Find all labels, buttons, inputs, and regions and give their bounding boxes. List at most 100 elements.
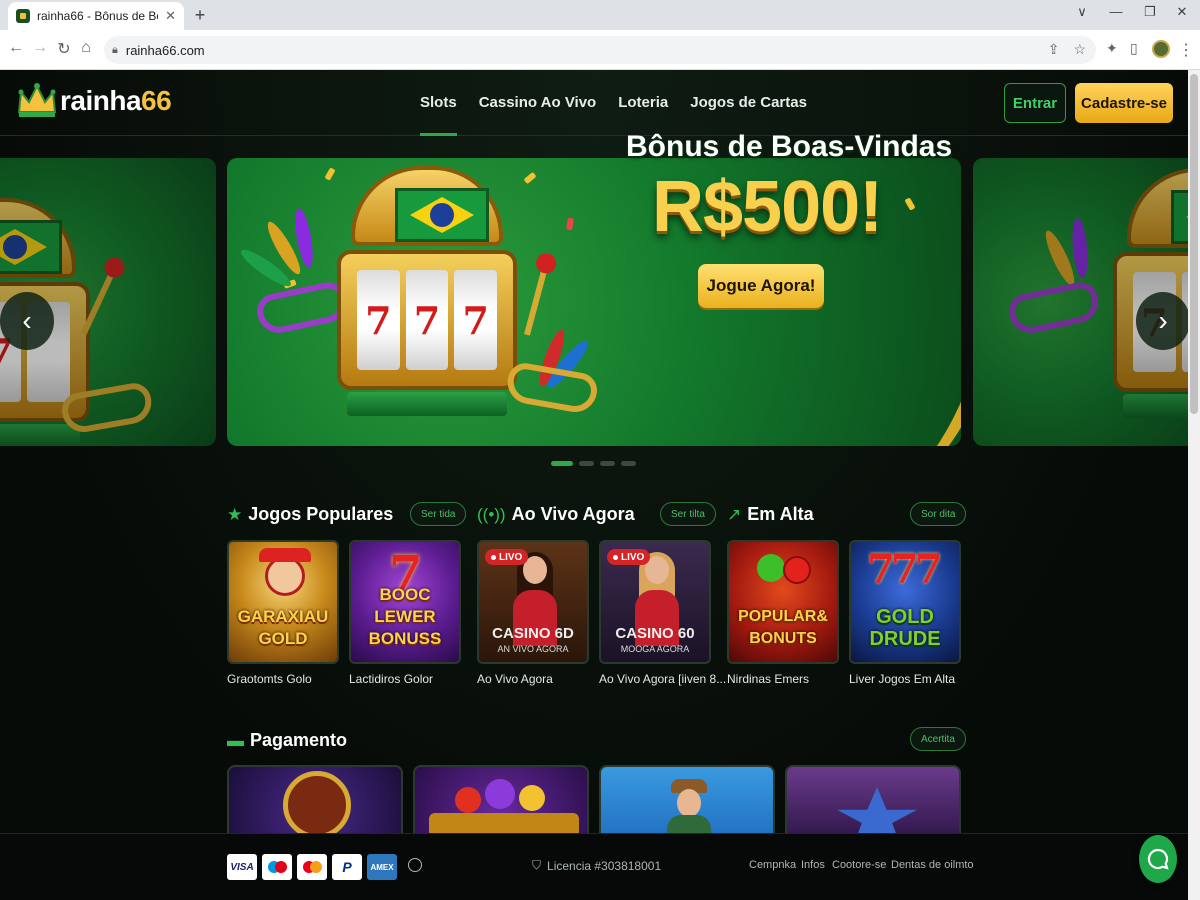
footer-link[interactable]: Cootore-se: [832, 859, 886, 871]
close-window-button[interactable]: ✕: [1172, 4, 1192, 20]
carousel-dot[interactable]: [551, 461, 573, 466]
nav-lottery[interactable]: Loteria: [618, 70, 668, 136]
game-card[interactable]: 777 GOLD DRUDE: [849, 540, 961, 664]
site-footer: VISA P AMEX ⛉ Licencia #303818001 Cempnk…: [0, 833, 1188, 900]
chat-support-button[interactable]: [1139, 835, 1177, 883]
card-icon: ▬: [227, 730, 244, 750]
license-text: Licencia #303818001: [547, 858, 662, 873]
game-card[interactable]: 7 BOOC LEWER BONUSS: [349, 540, 461, 664]
carnival-mask-art: [504, 360, 600, 416]
game-art-title: BOOC LEWER BONUSS: [368, 585, 442, 648]
casino-title: CASINO 60: [615, 625, 695, 642]
site-logo[interactable]: rainha66: [16, 82, 172, 120]
banner-title: Bônus de Boas-Vindas: [626, 130, 953, 163]
carousel-dot[interactable]: [621, 461, 636, 466]
game-label[interactable]: Nirdinas Emers: [727, 672, 809, 686]
section-title: Em Alta: [747, 504, 814, 524]
site-header: rainha66 Slots Cassino Ao Vivo Loteria J…: [0, 70, 1188, 136]
nav-card-games[interactable]: Jogos de Cartas: [690, 70, 807, 136]
carousel-dot[interactable]: [579, 461, 594, 466]
tab-title: rainha66 - Bônus de Boas-Vind: [37, 9, 158, 23]
carousel-dots: [551, 461, 636, 466]
game-art-title: GARAXIAU GOLD: [237, 607, 329, 648]
trend-up-icon: ↗: [727, 504, 742, 524]
section-live-header: ((•)) Ao Vivo Agora: [477, 504, 635, 525]
side-panel-icon[interactable]: ▯: [1130, 40, 1138, 57]
section-title: Pagamento: [250, 730, 348, 750]
game-card[interactable]: GARAXIAU GOLD: [227, 540, 339, 664]
site-favicon-icon: [16, 9, 30, 23]
see-all-payment-button[interactable]: Acertita: [910, 727, 966, 751]
paypal-icon: P: [332, 854, 362, 880]
reload-button[interactable]: ↻: [54, 39, 74, 59]
section-title: Ao Vivo Agora: [511, 504, 635, 524]
casino-subtitle: AN VIVO AGORA: [497, 644, 569, 654]
address-bar[interactable]: 🔒︎ rainha66.com ⇪ ☆: [104, 36, 1096, 64]
star-icon: ★: [227, 504, 243, 524]
game-label[interactable]: Graotomts Golo: [227, 672, 312, 686]
carousel-next-button[interactable]: ›: [1136, 292, 1188, 350]
scrollbar-thumb[interactable]: [1190, 74, 1198, 414]
section-popular-header: ★ Jogos Populares: [227, 504, 393, 525]
forward-button[interactable]: →: [30, 39, 50, 57]
game-art-title: POPULAR& BONUTS: [738, 608, 828, 647]
footer-link[interactable]: Dentas de oilmto: [891, 859, 974, 871]
game-label[interactable]: Lactidiros Golor: [349, 672, 433, 686]
home-button[interactable]: ⌂: [76, 39, 96, 57]
logo-wordmark: rainha66: [60, 85, 172, 117]
extensions-icon[interactable]: ✦: [1106, 40, 1118, 57]
profile-avatar[interactable]: [1152, 40, 1170, 58]
chat-bubble-icon: [1147, 848, 1169, 870]
info-circle-icon: [408, 858, 422, 872]
footer-link[interactable]: Cempnka: [749, 859, 796, 871]
url-text[interactable]: rainha66.com: [126, 43, 205, 58]
maximize-button[interactable]: ❐: [1140, 4, 1160, 20]
back-button[interactable]: ←: [6, 39, 26, 57]
see-all-trending-button[interactable]: Sor dita: [910, 502, 967, 526]
see-all-popular-button[interactable]: Ser tida: [410, 502, 467, 526]
tab-search-icon[interactable]: ∨: [1072, 4, 1092, 20]
slot-machine-art: 7: [1113, 168, 1188, 418]
game-label[interactable]: Ao Vivo Agora [iiven 8...: [599, 672, 726, 686]
see-all-live-button[interactable]: Ser tilta: [660, 502, 716, 526]
section-title: Jogos Populares: [248, 504, 394, 524]
signup-button[interactable]: Cadastre-se: [1075, 83, 1173, 123]
game-card[interactable]: POPULAR& BONUTS: [727, 540, 839, 664]
footer-link[interactable]: Infos: [801, 859, 825, 871]
mastercard-icon: [297, 854, 327, 880]
visa-icon: VISA: [227, 854, 257, 880]
browser-tab[interactable]: rainha66 - Bônus de Boas-Vind ✕: [8, 2, 184, 30]
carousel-prev-button[interactable]: ‹: [0, 292, 54, 350]
carousel-dot[interactable]: [600, 461, 615, 466]
game-label[interactable]: Ao Vivo Agora: [477, 672, 553, 686]
logo-number: 66: [141, 85, 172, 116]
bookmark-star-icon[interactable]: ☆: [1073, 41, 1086, 58]
amex-icon: AMEX: [367, 854, 397, 880]
browser-toolbar: ← → ↻ ⌂ 🔒︎ rainha66.com ⇪ ☆ ✦ ▯: [0, 30, 1200, 70]
browser-menu-icon[interactable]: ⋮: [1178, 40, 1194, 60]
page-scrollbar[interactable]: [1188, 70, 1200, 900]
carnival-mask-art: [1005, 279, 1103, 337]
logo-name: rainha: [60, 85, 142, 116]
live-badge: LIVO: [607, 549, 651, 565]
nav-live-casino[interactable]: Cassino Ao Vivo: [479, 70, 597, 136]
tab-close-icon[interactable]: ✕: [165, 8, 176, 24]
play-now-button[interactable]: Jogue Agora!: [698, 264, 824, 308]
login-button[interactable]: Entrar: [1004, 83, 1066, 123]
game-label[interactable]: Liver Jogos Em Alta: [849, 672, 955, 686]
shield-icon: ⛉: [532, 858, 542, 872]
section-payment-header: ▬ Pagamento: [227, 730, 347, 751]
share-icon[interactable]: ⇪: [1048, 41, 1060, 58]
broadcast-icon: ((•)): [477, 504, 506, 524]
minimize-button[interactable]: —: [1106, 4, 1126, 19]
main-nav: Slots Cassino Ao Vivo Loteria Jogos de C…: [420, 70, 807, 136]
page-viewport: rainha66 Slots Cassino Ao Vivo Loteria J…: [0, 70, 1188, 900]
nav-slots[interactable]: Slots: [420, 70, 457, 136]
banner-amount: R$500!: [652, 167, 883, 247]
game-card[interactable]: LIVO CASINO 60 MOOGA AGORA: [599, 540, 711, 664]
slot-machine-art: 777: [337, 166, 517, 416]
new-tab-button[interactable]: +: [190, 5, 210, 26]
casino-title: CASINO 6D: [492, 625, 574, 642]
game-card[interactable]: LIVO CASINO 6D AN VIVO AGORA: [477, 540, 589, 664]
lock-icon[interactable]: 🔒︎: [112, 44, 118, 57]
